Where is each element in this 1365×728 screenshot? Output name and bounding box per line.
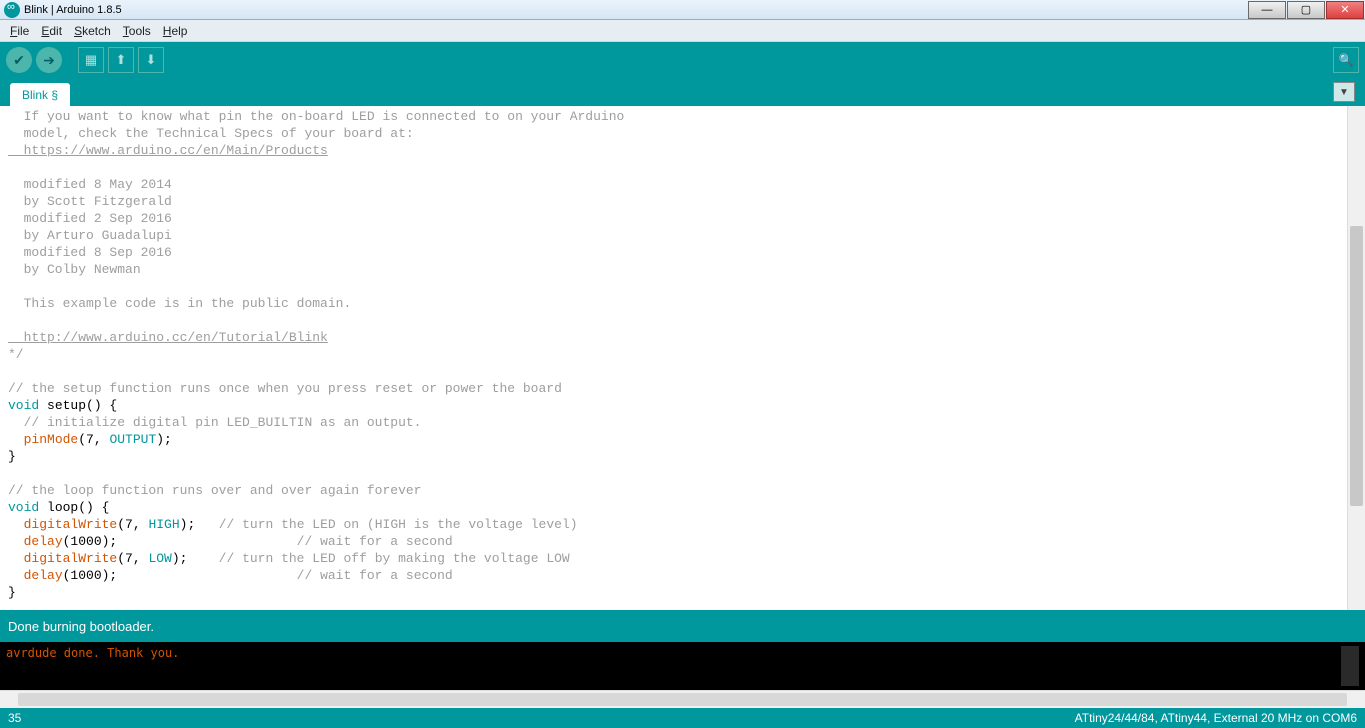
board-port-indicator: ATtiny24/44/84, ATtiny44, External 20 MH… (1075, 711, 1357, 725)
code-ident: loop (39, 500, 78, 515)
scrollbar-thumb[interactable] (1350, 226, 1363, 506)
code-link[interactable]: http://www.arduino.cc/en/Tutorial/Blink (8, 330, 328, 345)
code-line: model, check the Technical Specs of your… (8, 126, 414, 141)
code-line: modified 2 Sep 2016 (8, 211, 172, 226)
code-line: modified 8 May 2014 (8, 177, 172, 192)
tab-blink[interactable]: Blink § (10, 83, 70, 106)
verify-button[interactable]: ✔ (6, 47, 32, 73)
toolbar: ✔ ➔ ▦ ⬆ ⬇ 🔍 (0, 42, 1365, 78)
menu-help[interactable]: Help (157, 22, 194, 40)
minimize-button[interactable]: — (1248, 1, 1286, 19)
code-line: // the loop function runs over and over … (8, 483, 421, 498)
code-editor[interactable]: If you want to know what pin the on-boar… (0, 106, 1347, 610)
code-line: modified 8 Sep 2016 (8, 245, 172, 260)
open-sketch-button[interactable]: ⬆ (108, 47, 134, 73)
menu-bar: File Edit Sketch Tools Help (0, 20, 1365, 42)
code-line: by Scott Fitzgerald (8, 194, 172, 209)
code-punct: } (8, 449, 16, 464)
console-line: avrdude done. Thank you. (6, 646, 179, 686)
code-keyword: void (8, 500, 39, 515)
menu-sketch[interactable]: Sketch (68, 22, 117, 40)
line-number-indicator: 35 (8, 711, 21, 725)
new-sketch-button[interactable]: ▦ (78, 47, 104, 73)
code-punct: () { (86, 398, 117, 413)
footer-bar: 35 ATtiny24/44/84, ATtiny44, External 20… (0, 708, 1365, 728)
serial-monitor-button[interactable]: 🔍 (1333, 47, 1359, 73)
code-link[interactable]: https://www.arduino.cc/en/Main/Products (8, 143, 328, 158)
code-line: by Arturo Guadalupi (8, 228, 172, 243)
editor-vertical-scrollbar[interactable] (1347, 106, 1365, 610)
console-scrollbar[interactable] (1341, 646, 1359, 686)
code-punct: } (8, 585, 16, 600)
code-line: This example code is in the public domai… (8, 296, 351, 311)
tab-menu-dropdown[interactable]: ▼ (1333, 82, 1355, 102)
horizontal-scrollbar[interactable] (0, 690, 1365, 708)
code-line: */ (8, 347, 24, 362)
code-keyword: void (8, 398, 39, 413)
code-func: pinMode (24, 432, 79, 447)
menu-edit[interactable]: Edit (35, 22, 68, 40)
close-button[interactable]: ✕ (1326, 1, 1364, 19)
menu-tools[interactable]: Tools (117, 22, 157, 40)
maximize-button[interactable]: ▢ (1287, 1, 1325, 19)
code-line: by Colby Newman (8, 262, 141, 277)
window-title: Blink | Arduino 1.8.5 (24, 4, 122, 16)
code-line: // initialize digital pin LED_BUILTIN as… (8, 415, 421, 430)
code-line: If you want to know what pin the on-boar… (8, 109, 624, 124)
code-ident: setup (39, 398, 86, 413)
code-line: // the setup function runs once when you… (8, 381, 562, 396)
status-message: Done burning bootloader. (8, 619, 154, 634)
code-punct: () { (78, 500, 109, 515)
scrollbar-thumb[interactable] (18, 693, 1347, 706)
output-console[interactable]: avrdude done. Thank you. (0, 642, 1365, 690)
menu-file[interactable]: File (4, 22, 35, 40)
tab-bar: Blink § ▼ (0, 78, 1365, 106)
status-bar: Done burning bootloader. (0, 610, 1365, 642)
upload-button[interactable]: ➔ (36, 47, 62, 73)
arduino-app-icon (4, 2, 20, 18)
window-titlebar: Blink | Arduino 1.8.5 — ▢ ✕ (0, 0, 1365, 20)
save-sketch-button[interactable]: ⬇ (138, 47, 164, 73)
